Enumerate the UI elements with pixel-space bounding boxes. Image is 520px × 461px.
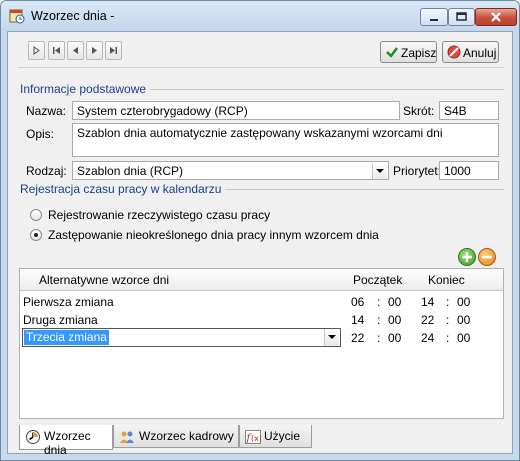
- start-minute[interactable]: 00: [388, 313, 401, 327]
- start-hour[interactable]: 22: [351, 331, 364, 345]
- close-button[interactable]: [475, 8, 517, 26]
- svg-text:(x): (x): [251, 434, 261, 443]
- col-header-start: Początek: [353, 273, 403, 287]
- tab-day-pattern-label: Wzorzec dnia: [44, 429, 91, 457]
- calendar-app-icon: [9, 9, 25, 24]
- type-label: Rodzaj:: [26, 164, 67, 178]
- new-record-button[interactable]: [28, 41, 45, 60]
- table-row[interactable]: Pierwsza zmiana 06 : 00 14 : 00: [20, 293, 503, 311]
- time-colon: :: [377, 295, 381, 309]
- basic-info-section-title: Informacje podstawowe: [20, 82, 151, 96]
- previous-icon: [73, 47, 78, 54]
- end-hour[interactable]: 14: [421, 295, 434, 309]
- close-icon: [491, 12, 501, 22]
- end-hour[interactable]: 24: [421, 331, 434, 345]
- type-dropdown-button[interactable]: [372, 163, 387, 179]
- next-icon: [92, 47, 97, 54]
- last-icon: [110, 47, 117, 54]
- description-label: Opis:: [26, 127, 55, 141]
- title-bar[interactable]: Wzorzec dnia -: [1, 1, 519, 31]
- first-icon: [53, 47, 60, 54]
- window-title: Wzorzec dnia -: [31, 9, 115, 23]
- chevron-down-icon: [376, 169, 384, 173]
- plus-icon: [462, 252, 472, 262]
- time-colon: :: [377, 331, 381, 345]
- col-header-end: Koniec: [428, 273, 465, 287]
- short-field[interactable]: S4B: [439, 101, 499, 120]
- end-minute[interactable]: 00: [457, 313, 470, 327]
- add-row-button[interactable]: [458, 248, 476, 266]
- function-icon: f (x): [245, 430, 261, 444]
- chevron-down-icon: [328, 335, 336, 339]
- start-minute[interactable]: 00: [388, 295, 401, 309]
- first-record-button[interactable]: [48, 41, 65, 60]
- end-minute[interactable]: 00: [457, 295, 470, 309]
- end-hour[interactable]: 22: [421, 313, 434, 327]
- minimize-icon: [430, 19, 438, 21]
- col-header-name: Alternatywne wzorce dni: [39, 273, 170, 287]
- remove-row-button[interactable]: [478, 248, 496, 266]
- time-colon: :: [446, 313, 450, 327]
- cancel-icon: [447, 45, 461, 59]
- tab-usage[interactable]: f (x) Użycie: [239, 425, 312, 448]
- registration-section-title: Rejestracja czasu pracy w kalendarzu: [20, 182, 226, 196]
- row-name: Pierwsza zmiana: [23, 295, 114, 309]
- play-outline-icon: [33, 46, 40, 55]
- description-field[interactable]: Szablon dnia automatycznie zastępowany w…: [72, 123, 499, 157]
- tab-usage-label: Użycie: [264, 429, 301, 443]
- name-label: Nazwa:: [26, 104, 67, 118]
- name-field[interactable]: System czterobrygadowy (RCP): [72, 101, 400, 120]
- maximize-icon: [456, 12, 467, 21]
- previous-record-button[interactable]: [67, 41, 84, 60]
- end-minute[interactable]: 00: [457, 331, 470, 345]
- short-label: Skrót:: [403, 104, 435, 118]
- start-minute[interactable]: 00: [388, 331, 401, 345]
- tab-staff-pattern-label: Wzorzec kadrowy: [139, 429, 234, 443]
- grid-header: Alternatywne wzorce dni Początek Koniec: [20, 269, 503, 291]
- tab-staff-pattern[interactable]: Wzorzec kadrowy: [113, 425, 239, 448]
- row-name: Druga zmiana: [23, 313, 98, 327]
- radio-replace-pattern-label[interactable]: Zastępowanie nieokreślonego dnia pracy i…: [48, 228, 379, 242]
- users-icon: [120, 431, 134, 443]
- radio-selected-dot: [34, 233, 38, 237]
- type-select[interactable]: Szablon dnia (RCP): [72, 161, 389, 180]
- start-hour[interactable]: 06: [351, 295, 364, 309]
- priority-field[interactable]: 1000: [439, 161, 499, 180]
- clock-icon: [26, 430, 40, 444]
- row-pattern-select[interactable]: Trzecia zmiana: [22, 328, 341, 347]
- alternative-patterns-grid: Alternatywne wzorce dni Początek Koniec …: [19, 268, 504, 419]
- table-row[interactable]: Druga zmiana 14 : 00 22 : 00: [20, 311, 503, 329]
- save-button-label: Zapisz: [401, 46, 437, 60]
- priority-label: Priorytet:: [393, 164, 442, 178]
- minimize-button[interactable]: [420, 8, 448, 26]
- checkmark-icon: [386, 47, 398, 58]
- toolbar-separator: [18, 67, 504, 68]
- maximize-button[interactable]: [448, 8, 475, 26]
- start-hour[interactable]: 14: [351, 313, 364, 327]
- time-colon: :: [377, 313, 381, 327]
- radio-replace-pattern[interactable]: [30, 229, 42, 241]
- next-record-button[interactable]: [86, 41, 103, 60]
- pattern-dropdown-button[interactable]: [324, 329, 339, 346]
- cancel-button[interactable]: Anuluj: [442, 41, 499, 63]
- table-row[interactable]: Trzecia zmiana 22 : 00 24 : 00: [20, 328, 503, 347]
- time-colon: :: [446, 295, 450, 309]
- cancel-button-label: Anuluj: [463, 46, 497, 60]
- tab-day-pattern[interactable]: Wzorzec dnia: [19, 425, 113, 457]
- radio-real-time[interactable]: [30, 209, 42, 221]
- time-colon: :: [446, 331, 450, 345]
- dialog-body: Zapisz Anuluj Informacje podstawowe Nazw…: [7, 31, 513, 457]
- last-record-button[interactable]: [105, 41, 122, 60]
- save-button[interactable]: Zapisz: [380, 41, 437, 63]
- row-name-selected: Trzecia zmiana: [24, 330, 109, 345]
- radio-real-time-label[interactable]: Rejestrowanie rzeczywistego czasu pracy: [48, 208, 270, 222]
- minus-icon: [482, 255, 492, 259]
- dialog-window: Wzorzec dnia - Zapisz Anuluj Informacje …: [0, 0, 520, 461]
- type-select-value: Szablon dnia (RCP): [77, 164, 184, 178]
